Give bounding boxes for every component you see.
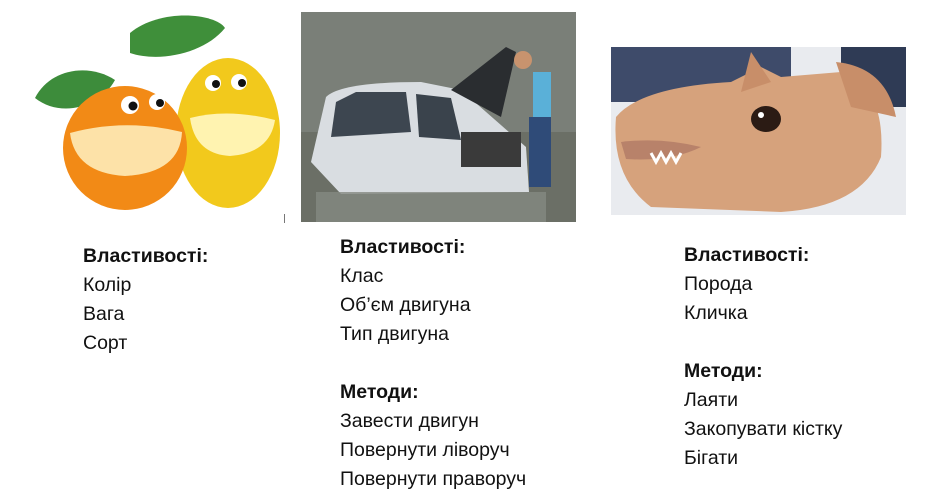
dog-column: Властивості: Порода Кличка Методи: Лаяти… [684, 241, 842, 473]
fruit-image [30, 8, 280, 220]
fruit-icon [30, 8, 280, 220]
property-item: Колір [83, 274, 132, 296]
property-item: Об’єм двигуна [340, 294, 471, 316]
properties-heading: Властивості: [684, 244, 810, 266]
methods-heading: Методи: [340, 381, 419, 403]
property-item: Тип двигуна [340, 323, 450, 345]
fruit-column: Властивості: Колір Вага Сорт [83, 242, 208, 358]
car-column: Властивості: Клас Об’єм двигуна Тип двиг… [340, 233, 526, 494]
method-item: Повернути ліворуч [340, 439, 510, 461]
car-image [301, 12, 576, 222]
property-item: Вага [83, 303, 125, 325]
method-item: Закопувати кістку [684, 418, 843, 440]
method-item: Завести двигун [340, 410, 479, 432]
methods-heading: Методи: [684, 360, 763, 382]
method-item: Бігати [684, 447, 739, 469]
dog-icon [611, 47, 906, 215]
properties-heading: Властивості: [340, 236, 466, 258]
car-icon [301, 12, 576, 222]
property-item: Сорт [83, 332, 128, 354]
method-item: Лаяти [684, 389, 739, 411]
properties-heading: Властивості: [83, 245, 209, 267]
dog-image [611, 47, 906, 215]
property-item: Клас [340, 265, 384, 287]
divider-mark [284, 214, 285, 223]
property-item: Порода [684, 273, 753, 295]
property-item: Кличка [684, 302, 748, 324]
method-item: Повернути праворуч [340, 468, 527, 490]
